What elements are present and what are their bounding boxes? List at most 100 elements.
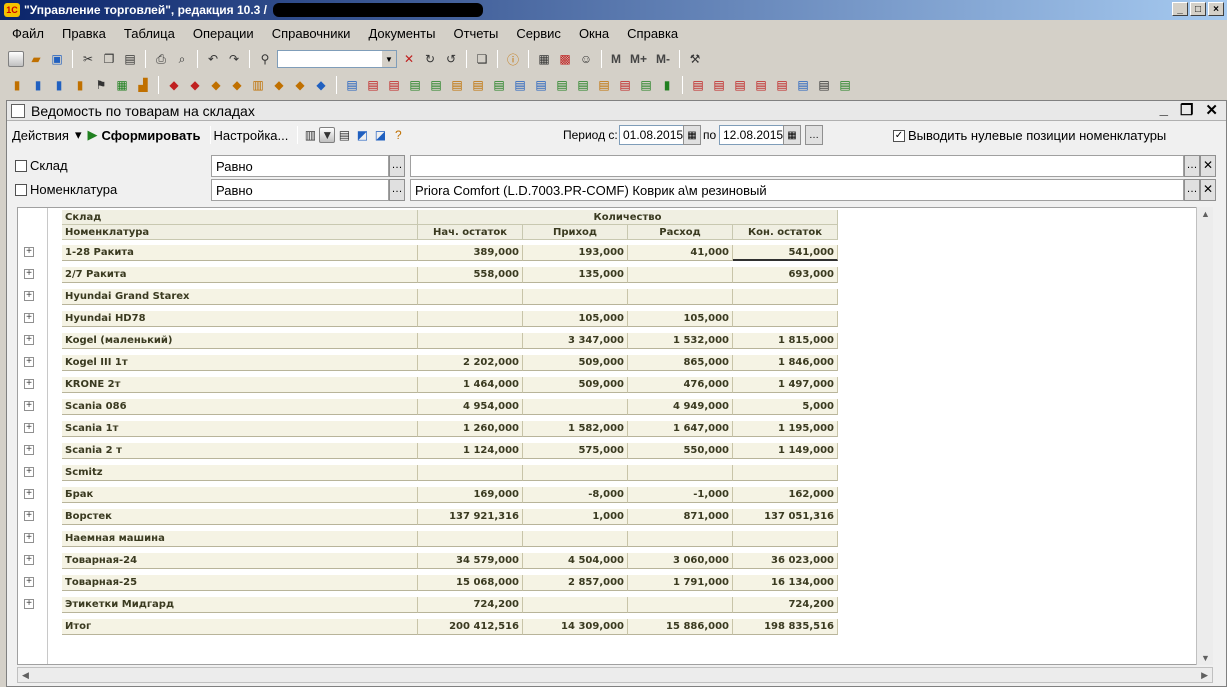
filter-nomen-comparison[interactable]: Равно (211, 179, 389, 201)
doc-icon-10[interactable]: ▤ (364, 76, 382, 94)
expand-plus-icon[interactable]: + (24, 269, 34, 279)
save-icon[interactable]: ▣ (48, 50, 66, 68)
doc-icon-20[interactable]: ▤ (574, 76, 592, 94)
filter-sklad-value-select[interactable]: … (1184, 155, 1200, 177)
doc-icon-31[interactable]: ▤ (815, 76, 833, 94)
scroll-right-icon[interactable]: ▶ (1201, 670, 1208, 681)
scroll-down-icon[interactable]: ▼ (1201, 653, 1210, 663)
expand-plus-icon[interactable]: + (24, 533, 34, 543)
printer-icon[interactable]: ▮ (71, 76, 89, 94)
row-start-balance-cell[interactable]: 1 124,000 (418, 443, 523, 459)
row-start-balance-cell[interactable]: 34 579,000 (418, 553, 523, 569)
doc-icon-13[interactable]: ▤ (427, 76, 445, 94)
row-end-balance-cell[interactable]: 541,000 (733, 245, 838, 261)
total-row[interactable]: Итог 200 412,516 14 309,000 15 886,000 198 8… (18, 616, 1212, 638)
doc-icon-15[interactable]: ▤ (469, 76, 487, 94)
menu-table[interactable]: Таблица (120, 26, 179, 41)
row-end-balance-cell[interactable]: 1 497,000 (733, 377, 838, 393)
row-start-balance-cell[interactable]: 558,000 (418, 267, 523, 283)
row-expense-cell[interactable]: 871,000 (628, 509, 733, 525)
row-income-cell[interactable]: 14 309,000 (523, 619, 628, 635)
table-row[interactable]: + Ворстек 137 921,316 1,000 871,000 137 051,3… (18, 506, 1212, 528)
settings-button[interactable]: Настройка... (214, 128, 289, 143)
row-name-cell[interactable]: Итог (62, 619, 418, 635)
row-start-balance-cell[interactable]: 15 068,000 (418, 575, 523, 591)
clear-search-icon[interactable]: ✕ (400, 50, 418, 68)
table-row[interactable]: + Scmitz (18, 462, 1212, 484)
row-name-cell[interactable]: Hyundai Grand Starex (62, 289, 418, 305)
row-expense-cell[interactable]: 15 886,000 (628, 619, 733, 635)
row-expense-cell[interactable]: 4 949,000 (628, 399, 733, 415)
close-button[interactable]: × (1208, 2, 1224, 16)
filter-nomen-value-select[interactable]: … (1184, 179, 1200, 201)
expand-plus-icon[interactable]: + (24, 379, 34, 389)
row-income-cell[interactable]: 105,000 (523, 311, 628, 327)
menu-service[interactable]: Сервис (512, 26, 565, 41)
row-name-cell[interactable]: 2/7 Ракита (62, 267, 418, 283)
row-name-cell[interactable]: Scania 2 т (62, 443, 418, 459)
row-end-balance-cell[interactable]: 1 149,000 (733, 443, 838, 459)
expand-plus-icon[interactable]: + (24, 335, 34, 345)
export-icon[interactable]: ◪ (371, 126, 389, 144)
table-row[interactable]: + Scania 2 т1 124,000 575,000 550,000 1 149,… (18, 440, 1212, 462)
table-row[interactable]: + Scania 1т 1 260,000 1 582,000 1 647,000 1 1… (18, 418, 1212, 440)
expand-plus-icon[interactable]: + (24, 291, 34, 301)
row-name-cell[interactable]: Брак (62, 487, 418, 503)
row-end-balance-cell[interactable]: 1 846,000 (733, 355, 838, 371)
search-combo[interactable]: ▼ (277, 50, 397, 68)
row-start-balance-cell[interactable]: 1 260,000 (418, 421, 523, 437)
import-icon[interactable]: ◩ (353, 126, 371, 144)
row-end-balance-cell[interactable] (733, 465, 838, 481)
row-income-cell[interactable]: 1 582,000 (523, 421, 628, 437)
expand-plus-icon[interactable]: + (24, 247, 34, 257)
help-icon[interactable]: ? (389, 126, 407, 144)
row-income-cell[interactable] (523, 289, 628, 305)
calculator-icon[interactable]: ▦ (535, 50, 553, 68)
row-name-cell[interactable]: Этикетки Мидгард (62, 597, 418, 613)
row-name-cell[interactable]: Kogel (маленький) (62, 333, 418, 349)
row-income-cell[interactable]: 135,000 (523, 267, 628, 283)
row-income-cell[interactable]: 3 347,000 (523, 333, 628, 349)
row-start-balance-cell[interactable]: 200 412,516 (418, 619, 523, 635)
row-name-cell[interactable]: Scania 086 (62, 399, 418, 415)
menu-edit[interactable]: Правка (58, 26, 110, 41)
doc-icon-19[interactable]: ▤ (553, 76, 571, 94)
row-end-balance-cell[interactable] (733, 531, 838, 547)
row-start-balance-cell[interactable] (418, 531, 523, 547)
report-minimize-button[interactable]: _ (1160, 101, 1168, 119)
expand-plus-icon[interactable]: + (24, 445, 34, 455)
row-expense-cell[interactable]: 3 060,000 (628, 553, 733, 569)
row-name-cell[interactable]: Ворстек (62, 509, 418, 525)
chart-icon[interactable]: ▟ (134, 76, 152, 94)
row-name-cell[interactable]: Scania 1т (62, 421, 418, 437)
doc-icon-17[interactable]: ▤ (511, 76, 529, 94)
row-end-balance-cell[interactable] (733, 311, 838, 327)
generate-button[interactable]: Сформировать (102, 128, 201, 143)
menu-file[interactable]: Файл (8, 26, 48, 41)
expand-plus-icon[interactable]: + (24, 555, 34, 565)
doc-icon-18[interactable]: ▤ (532, 76, 550, 94)
row-income-cell[interactable]: 575,000 (523, 443, 628, 459)
row-name-cell[interactable]: 1-28 Ракита (62, 245, 418, 261)
filter-sklad-comparison-select[interactable]: … (389, 155, 405, 177)
expand-plus-icon[interactable]: + (24, 599, 34, 609)
row-end-balance-cell[interactable]: 198 835,516 (733, 619, 838, 635)
minimize-button[interactable]: _ (1172, 2, 1188, 16)
grid-icon[interactable]: ▦ (113, 76, 131, 94)
chevron-down-icon[interactable]: ▼ (382, 51, 396, 67)
filter-sklad-clear-icon[interactable]: ✕ (1200, 155, 1216, 177)
find-prev-icon[interactable]: ↺ (442, 50, 460, 68)
print-icon[interactable]: ⎙ (152, 50, 170, 68)
doc-icon-22[interactable]: ▤ (616, 76, 634, 94)
row-expense-cell[interactable] (628, 465, 733, 481)
row-start-balance-cell[interactable]: 169,000 (418, 487, 523, 503)
doc-icon-4[interactable]: ◆ (228, 76, 246, 94)
row-income-cell[interactable]: 2 857,000 (523, 575, 628, 591)
row-end-balance-cell[interactable]: 724,200 (733, 597, 838, 613)
print-preview-icon[interactable]: ⌕ (173, 50, 191, 68)
scroll-up-icon[interactable]: ▲ (1201, 209, 1210, 219)
doc-icon-14[interactable]: ▤ (448, 76, 466, 94)
row-start-balance-cell[interactable] (418, 465, 523, 481)
expand-plus-icon[interactable]: + (24, 401, 34, 411)
expand-plus-icon[interactable]: + (24, 423, 34, 433)
